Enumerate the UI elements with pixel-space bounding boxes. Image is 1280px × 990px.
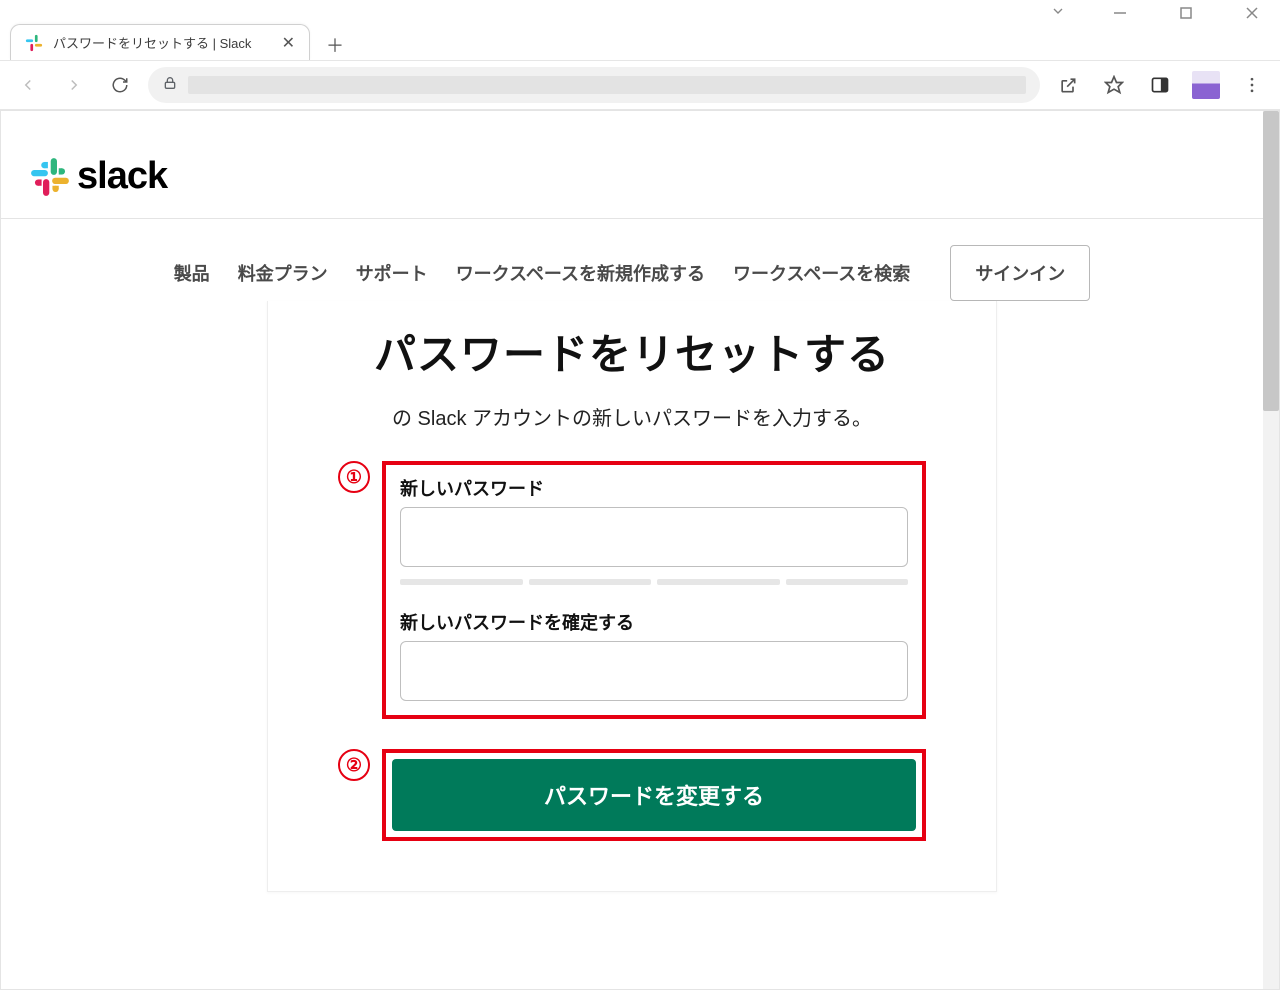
annotation-marker-2: ② [338,749,370,781]
page-title: パスワードをリセットする [338,321,926,382]
nav-find-workspace[interactable]: ワークスペースを検索 [733,260,910,286]
confirm-password-label: 新しいパスワードを確定する [400,609,908,635]
signin-button[interactable]: サインイン [950,245,1090,301]
browser-toolbar [0,60,1280,110]
share-icon[interactable] [1050,67,1086,103]
new-password-label: 新しいパスワード [400,475,908,501]
annotation-box-1: 新しいパスワード 新しいパスワードを確定する [382,461,926,719]
forward-button[interactable] [56,67,92,103]
slack-logo[interactable]: slack [29,155,1263,198]
page-subtitle: の Slack アカウントの新しいパスワードを入力する。 [338,402,926,431]
brand-header: slack [1,111,1263,219]
page-viewport: slack 製品 料金プラン サポート ワークスペースを新規作成する ワークスペ… [0,110,1280,990]
window-controls [0,0,1280,20]
chevron-down-icon[interactable] [1050,3,1066,24]
tab-title: パスワードをリセットする | Slack [53,33,272,52]
new-tab-button[interactable]: ＋ [320,30,350,60]
vertical-scrollbar[interactable] [1263,111,1279,989]
browser-tab[interactable]: パスワードをリセットする | Slack ✕ [10,24,310,60]
slack-favicon-icon [25,34,43,52]
address-bar[interactable] [148,67,1040,103]
kebab-menu-icon[interactable] [1234,67,1270,103]
nav-create-workspace[interactable]: ワークスペースを新規作成する [456,260,705,286]
page-content: slack 製品 料金プラン サポート ワークスペースを新規作成する ワークスペ… [1,111,1263,989]
profile-avatar[interactable] [1188,67,1224,103]
password-strength-meter [400,579,908,585]
side-panel-icon[interactable] [1142,67,1178,103]
confirm-password-input[interactable] [400,641,908,701]
url-redacted [188,76,1026,94]
minimize-button[interactable] [1100,0,1140,28]
nav-pricing[interactable]: 料金プラン [238,260,328,286]
new-password-input[interactable] [400,507,908,567]
nav-support[interactable]: サポート [356,260,428,286]
strength-seg [786,579,909,585]
strength-seg [657,579,780,585]
strength-seg [400,579,523,585]
change-password-button[interactable]: パスワードを変更する [392,759,916,831]
strength-seg [529,579,652,585]
scrollbar-thumb[interactable] [1263,111,1279,411]
tab-close-icon[interactable]: ✕ [282,33,295,53]
bookmark-star-icon[interactable] [1096,67,1132,103]
lock-icon [162,75,178,96]
annotation-marker-1: ① [338,461,370,493]
maximize-button[interactable] [1166,0,1206,28]
tab-strip: パスワードをリセットする | Slack ✕ ＋ [0,20,1280,60]
close-window-button[interactable] [1232,0,1272,28]
reload-button[interactable] [102,67,138,103]
slack-logo-text: slack [77,155,167,198]
annotation-box-2: パスワードを変更する [382,749,926,841]
slack-logo-icon [29,156,71,198]
site-subnav: 製品 料金プラン サポート ワークスペースを新規作成する ワークスペースを検索 … [1,219,1263,301]
nav-product[interactable]: 製品 [174,260,210,286]
browser-chrome: パスワードをリセットする | Slack ✕ ＋ [0,0,1280,110]
reset-password-card: パスワードをリセットする の Slack アカウントの新しいパスワードを入力する… [267,301,997,892]
back-button[interactable] [10,67,46,103]
